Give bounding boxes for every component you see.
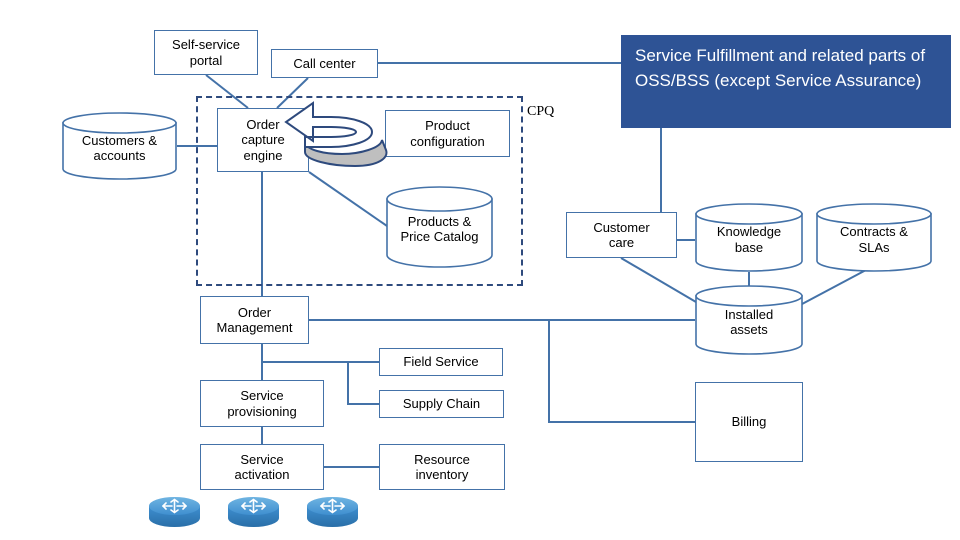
router-icon-3 bbox=[305, 495, 360, 531]
cpq-group-label: CPQ bbox=[527, 104, 555, 119]
title-banner: Service Fulfillment and related parts of… bbox=[621, 35, 951, 128]
router-icon-2 bbox=[226, 495, 281, 531]
router-icon-1 bbox=[147, 495, 202, 531]
circular-arrow-icon bbox=[284, 101, 388, 168]
diagram-canvas: CPQ Service Fulfillment and related part… bbox=[0, 0, 960, 540]
